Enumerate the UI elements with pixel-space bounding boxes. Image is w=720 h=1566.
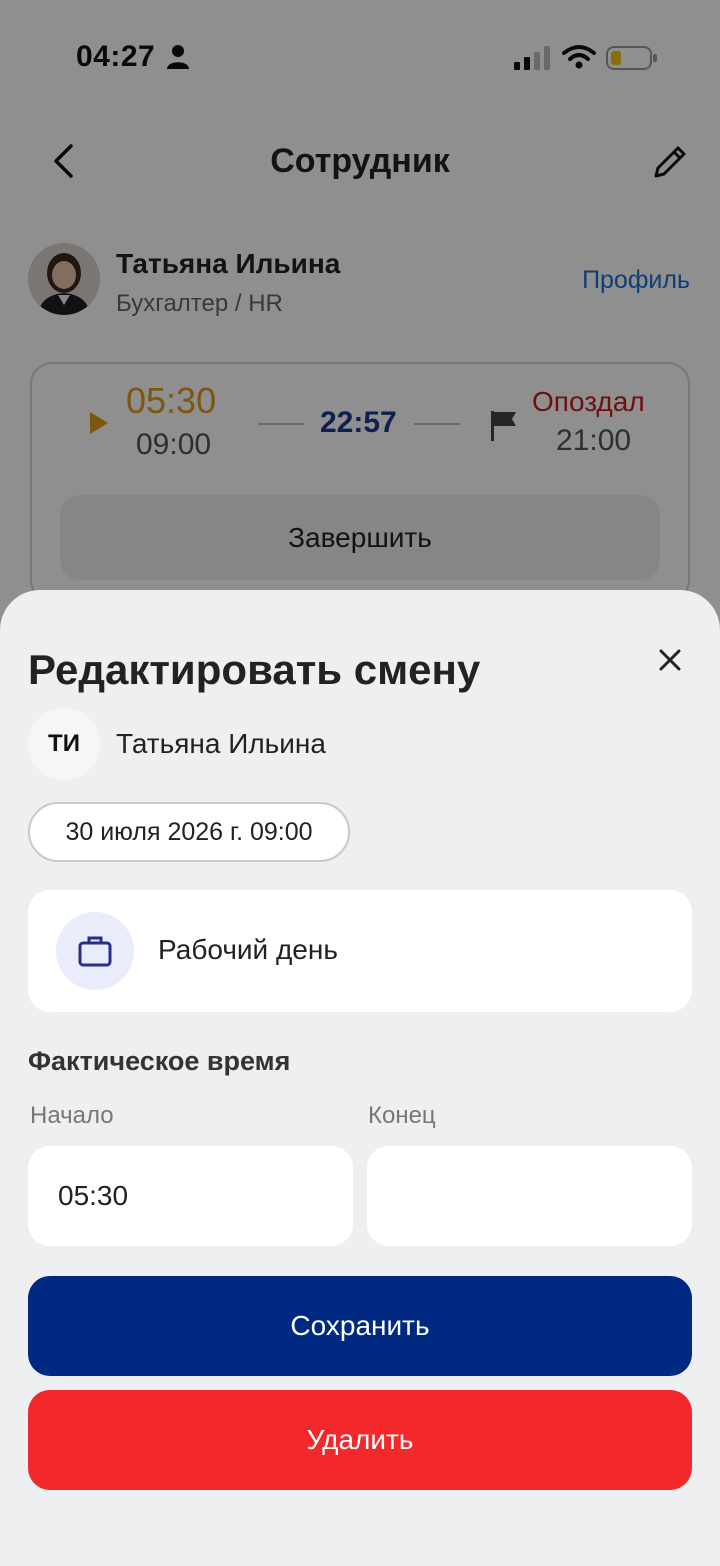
shift-type-selector[interactable]: Рабочий день bbox=[28, 890, 692, 1012]
edit-shift-sheet: Редактировать смену ТИ Татьяна Ильина 30… bbox=[0, 590, 720, 1566]
actual-time-heading: Фактическое время bbox=[28, 1046, 291, 1076]
employee-initials-avatar: ТИ bbox=[28, 708, 100, 780]
sheet-employee-name: Татьяна Ильина bbox=[116, 728, 326, 759]
shift-type-label: Рабочий день bbox=[158, 934, 338, 965]
end-time-label: Конец bbox=[368, 1102, 436, 1129]
end-time-input[interactable] bbox=[367, 1146, 692, 1246]
sheet-title: Редактировать смену bbox=[28, 646, 481, 693]
briefcase-icon bbox=[78, 936, 112, 967]
delete-button[interactable]: Удалить bbox=[28, 1390, 692, 1490]
shift-type-icon-wrap bbox=[56, 912, 134, 990]
save-button[interactable]: Сохранить bbox=[28, 1276, 692, 1376]
date-picker-chip[interactable]: 30 июля 2026 г. 09:00 bbox=[28, 802, 350, 862]
start-time-label: Начало bbox=[30, 1102, 114, 1129]
employee-screen: 04:27 Сотрудник Татьяна Ильина Бухгалтер… bbox=[0, 0, 720, 1566]
start-time-input[interactable] bbox=[28, 1146, 353, 1246]
close-icon[interactable] bbox=[650, 640, 690, 680]
